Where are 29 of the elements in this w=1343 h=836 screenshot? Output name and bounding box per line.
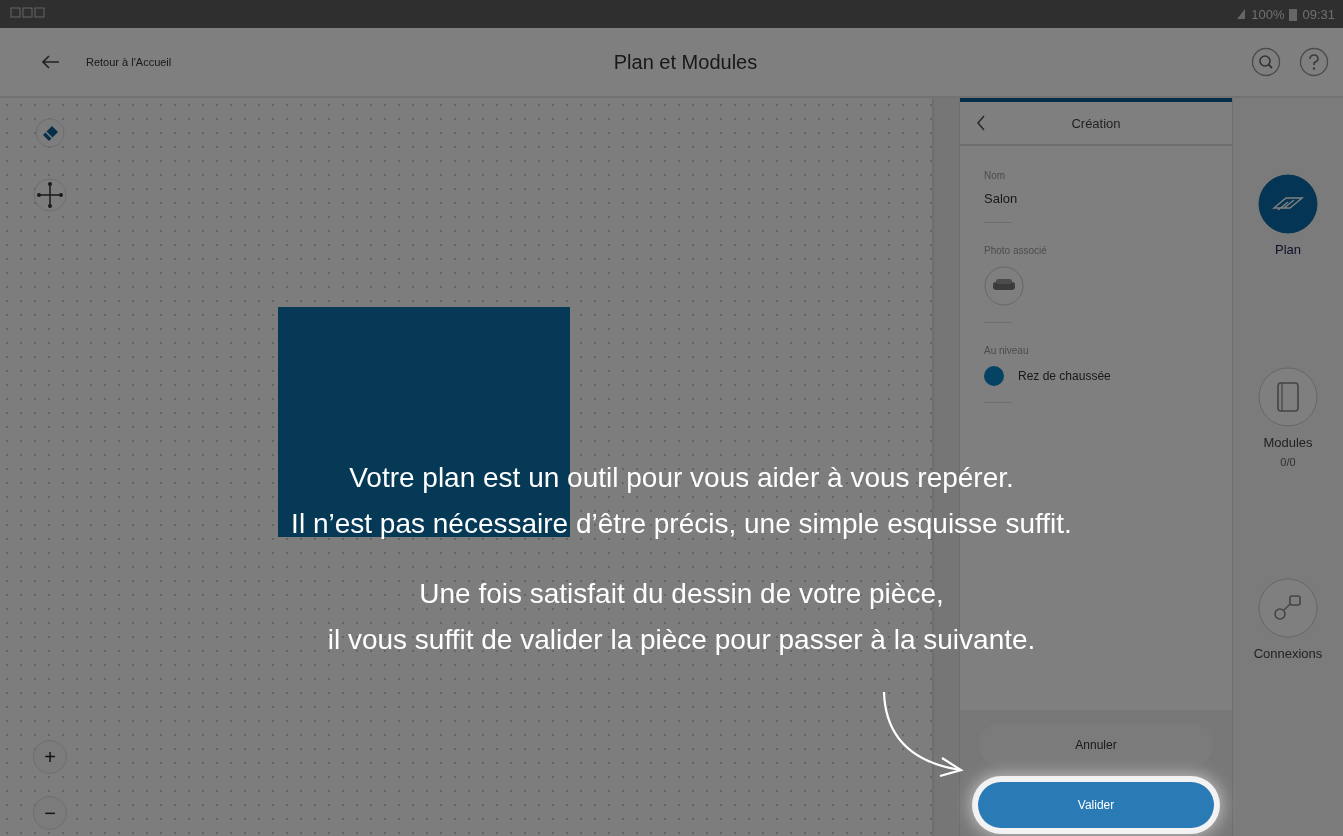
module-count: 0/0: [1280, 456, 1296, 468]
connection-nodes-icon[interactable]: [1258, 578, 1318, 638]
zoom-button[interactable]: −: [33, 796, 67, 830]
battery-icon: [1289, 7, 1298, 21]
radio-button[interactable]: [984, 366, 1004, 386]
name-field[interactable]: Salon: [984, 191, 1018, 206]
rail-label[interactable]: Modules: [1263, 435, 1313, 450]
panel-title: Création: [1070, 115, 1122, 131]
floor-plan-icon[interactable]: [1258, 174, 1318, 234]
rail-label[interactable]: Connexions: [1253, 646, 1323, 661]
room-shape[interactable]: [278, 307, 570, 537]
rail-label[interactable]: Plan: [1275, 242, 1301, 257]
zoom-button[interactable]: +: [33, 740, 67, 774]
clock: 09:31: [1302, 6, 1335, 22]
chevron-left-icon[interactable]: [976, 115, 986, 131]
signal-icon: [1236, 8, 1247, 20]
search-icon[interactable]: [1251, 47, 1281, 77]
help-icon[interactable]: [1299, 47, 1329, 77]
notebook-icon[interactable]: [1258, 367, 1318, 427]
back-arrow-icon[interactable]: [42, 55, 60, 69]
battery-level: 100%: [1251, 6, 1285, 22]
level-option[interactable]: Rez de chaussée: [1018, 369, 1111, 383]
tutorial-text: Une fois satisfait du dessin de votre pièce, il vous suffit de valider la pièce pour passer à la suivante.: [327, 577, 1036, 657]
move-icon[interactable]: [33, 178, 67, 212]
sofa-photo-icon[interactable]: [984, 266, 1024, 306]
eraser-icon[interactable]: [35, 118, 65, 148]
back-link[interactable]: Retour à l'Accueil: [86, 56, 172, 68]
notification-icon: [10, 7, 46, 19]
screen-title: Plan et Modules: [613, 50, 758, 74]
